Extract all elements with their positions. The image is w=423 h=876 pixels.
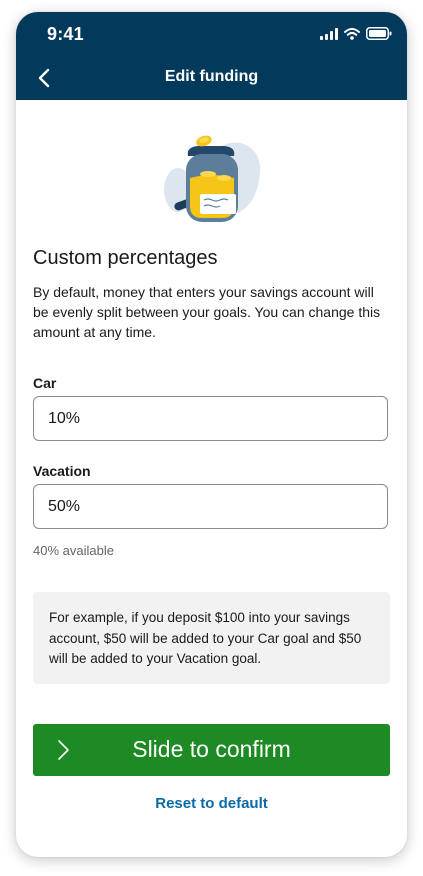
car-percentage-input[interactable] <box>33 396 388 441</box>
battery-icon <box>366 27 392 40</box>
status-icons <box>320 27 392 40</box>
phone-frame: 9:41 Edit funding Custom percentages By … <box>16 12 407 857</box>
available-percentage-text: 40% available <box>33 543 114 558</box>
car-field-label: Car <box>33 375 57 391</box>
example-info-box: For example, if you deposit $100 into yo… <box>33 592 390 684</box>
reset-to-default-link[interactable]: Reset to default <box>16 795 407 812</box>
status-time: 9:41 <box>47 24 84 44</box>
app-header: 9:41 Edit funding <box>16 12 407 100</box>
vacation-percentage-input[interactable] <box>33 484 388 529</box>
slide-to-confirm-slider[interactable]: Slide to confirm <box>33 724 390 776</box>
vacation-field-label: Vacation <box>33 463 91 479</box>
slide-to-confirm-label: Slide to confirm <box>132 736 291 762</box>
wifi-icon <box>344 27 360 40</box>
page-title: Edit funding <box>164 68 259 85</box>
cellular-signal-icon <box>320 27 338 40</box>
example-text: For example, if you deposit $100 into yo… <box>49 610 362 666</box>
savings-jar-illustration <box>164 135 261 222</box>
section-heading: Custom percentages <box>33 247 218 269</box>
section-description: By default, money that enters your savin… <box>33 284 381 340</box>
